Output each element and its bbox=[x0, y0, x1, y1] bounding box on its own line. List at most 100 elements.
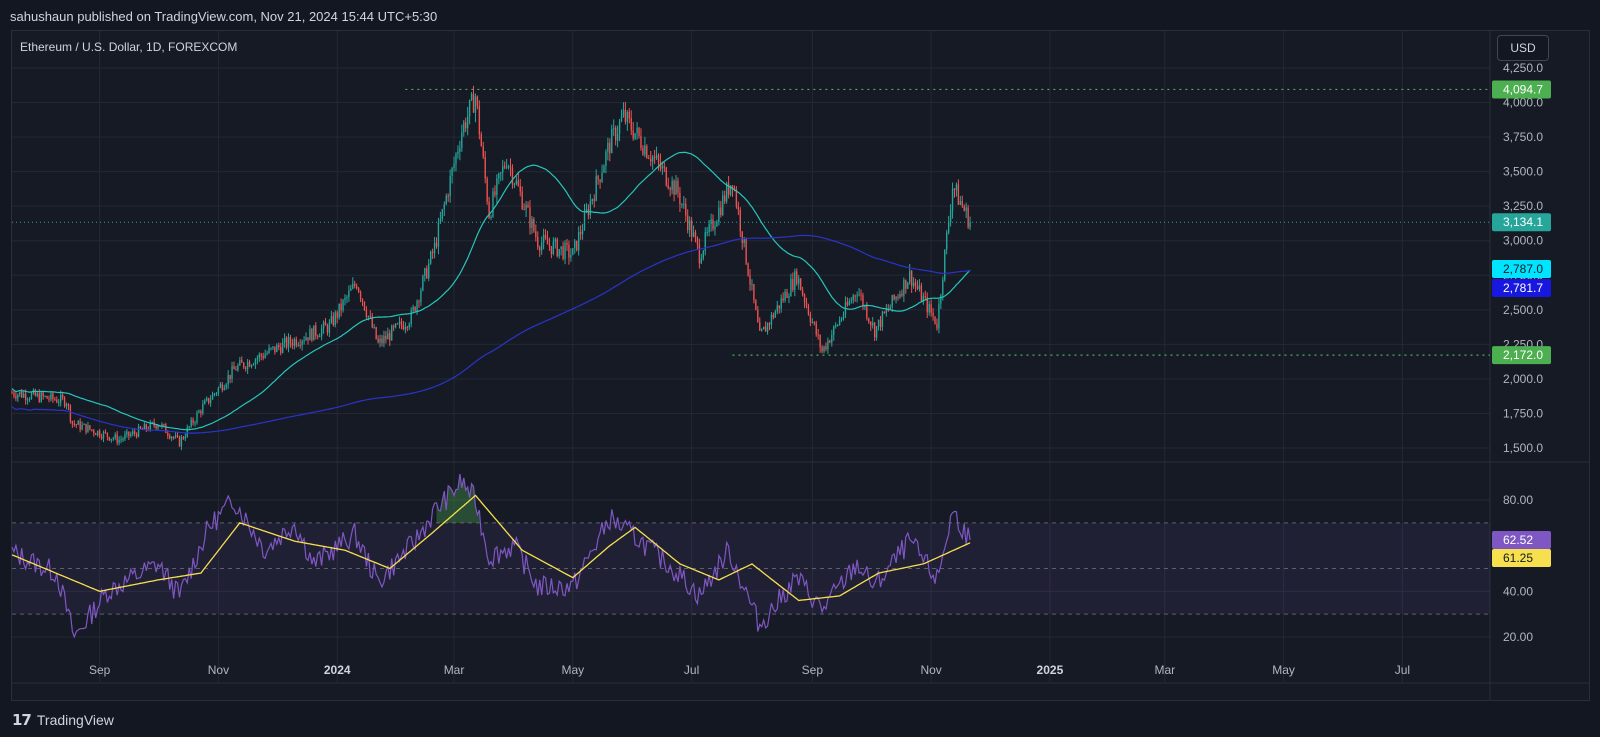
chart-canvas[interactable]: 1,500.01,750.02,000.02,250.02,500.02,750… bbox=[0, 0, 1600, 737]
candle-body bbox=[556, 239, 558, 257]
candle-body bbox=[799, 278, 802, 291]
candle-body bbox=[875, 326, 878, 338]
candle-body bbox=[44, 395, 46, 397]
candle-body bbox=[636, 127, 638, 134]
candle-body bbox=[330, 316, 333, 323]
candle-body bbox=[879, 319, 882, 328]
candle-body bbox=[616, 133, 619, 141]
candle-body bbox=[50, 393, 52, 400]
candle-body bbox=[474, 96, 477, 113]
price-tick-label: 3,250.0 bbox=[1503, 199, 1543, 213]
candle-body bbox=[868, 318, 870, 322]
candle-body bbox=[342, 300, 344, 311]
candle-body bbox=[531, 218, 533, 228]
candle-body bbox=[782, 298, 784, 301]
candle-body bbox=[792, 279, 794, 290]
candle-body bbox=[396, 323, 399, 325]
candle-body bbox=[435, 242, 438, 247]
candle-body bbox=[104, 431, 107, 433]
candle-body bbox=[326, 325, 329, 333]
candle-body bbox=[821, 347, 823, 352]
time-tick-label: Nov bbox=[208, 663, 229, 677]
candle-body bbox=[815, 323, 817, 335]
candle-body bbox=[899, 293, 901, 298]
candle-body bbox=[827, 340, 829, 350]
candle-body bbox=[392, 325, 395, 328]
candle-body bbox=[640, 136, 642, 149]
rsi-tick-label: 20.00 bbox=[1503, 630, 1533, 644]
candle-body bbox=[665, 167, 667, 186]
price-tick-label: 1,750.0 bbox=[1503, 406, 1543, 420]
candle-body bbox=[909, 270, 911, 283]
candle-body bbox=[453, 163, 455, 168]
candle-body bbox=[182, 437, 185, 439]
time-tick-label: Mar bbox=[1154, 663, 1175, 677]
candle-body bbox=[459, 147, 461, 152]
candle-body bbox=[307, 337, 309, 341]
candle-body bbox=[768, 323, 771, 325]
candle-body bbox=[280, 347, 282, 353]
candle-body bbox=[291, 343, 294, 346]
candle-body bbox=[466, 116, 469, 129]
candle-body bbox=[198, 411, 200, 413]
candle-body bbox=[30, 393, 33, 400]
candle-body bbox=[959, 201, 962, 205]
candle-body bbox=[178, 436, 181, 447]
candle-body bbox=[186, 427, 188, 437]
candle-body bbox=[400, 321, 403, 326]
candle-body bbox=[69, 405, 72, 422]
candle-body bbox=[58, 402, 60, 404]
candle-body bbox=[852, 295, 854, 301]
candle-body bbox=[429, 251, 432, 264]
candle-body bbox=[19, 392, 21, 395]
candle-body bbox=[873, 322, 876, 338]
candle-body bbox=[472, 93, 475, 113]
candle-body bbox=[519, 185, 521, 192]
candle-body bbox=[694, 232, 697, 238]
candle-body bbox=[891, 295, 893, 307]
candle-body bbox=[796, 271, 798, 284]
candle-body bbox=[644, 145, 646, 155]
candle-body bbox=[412, 306, 414, 311]
currency-button[interactable]: USD bbox=[1497, 35, 1549, 61]
candle-body bbox=[272, 346, 274, 348]
candle-body bbox=[614, 127, 617, 141]
candle-body bbox=[907, 282, 909, 289]
candle-body bbox=[61, 394, 64, 398]
rsi-tick-label: 40.00 bbox=[1503, 584, 1533, 598]
price-tick-label: 1,500.0 bbox=[1503, 441, 1543, 455]
candle-body bbox=[165, 424, 167, 433]
candle-body bbox=[624, 109, 627, 122]
candle-body bbox=[603, 165, 605, 173]
tradingview-logo[interactable]: 17 TradingView bbox=[12, 711, 114, 729]
level-low-tag: 2,172.0 bbox=[1503, 348, 1543, 362]
ma-slow-line bbox=[11, 234, 971, 434]
candle-body bbox=[492, 191, 494, 217]
candle-body bbox=[486, 178, 488, 202]
candle-body bbox=[355, 285, 358, 289]
candle-body bbox=[712, 219, 714, 230]
candle-body bbox=[207, 397, 210, 404]
candle-body bbox=[264, 354, 266, 359]
candle-body bbox=[100, 436, 103, 439]
candle-body bbox=[755, 300, 757, 310]
candle-body bbox=[184, 436, 186, 439]
candle-body bbox=[622, 109, 625, 117]
candle-body bbox=[564, 242, 566, 259]
candle-body bbox=[428, 263, 430, 279]
candle-body bbox=[856, 295, 858, 297]
candle-body bbox=[905, 279, 907, 289]
time-tick-label: Jul bbox=[1395, 663, 1410, 677]
candle-body bbox=[375, 327, 377, 339]
candle-body bbox=[840, 318, 843, 320]
candle-body bbox=[938, 303, 940, 329]
candle-body bbox=[809, 314, 812, 323]
candle-body bbox=[944, 249, 946, 280]
candle-body bbox=[739, 209, 741, 232]
candle-body bbox=[870, 321, 872, 326]
candle-body bbox=[928, 304, 930, 313]
candle-body bbox=[311, 328, 313, 341]
candle-body bbox=[498, 173, 500, 179]
candle-body bbox=[114, 434, 116, 439]
candle-body bbox=[38, 393, 40, 402]
